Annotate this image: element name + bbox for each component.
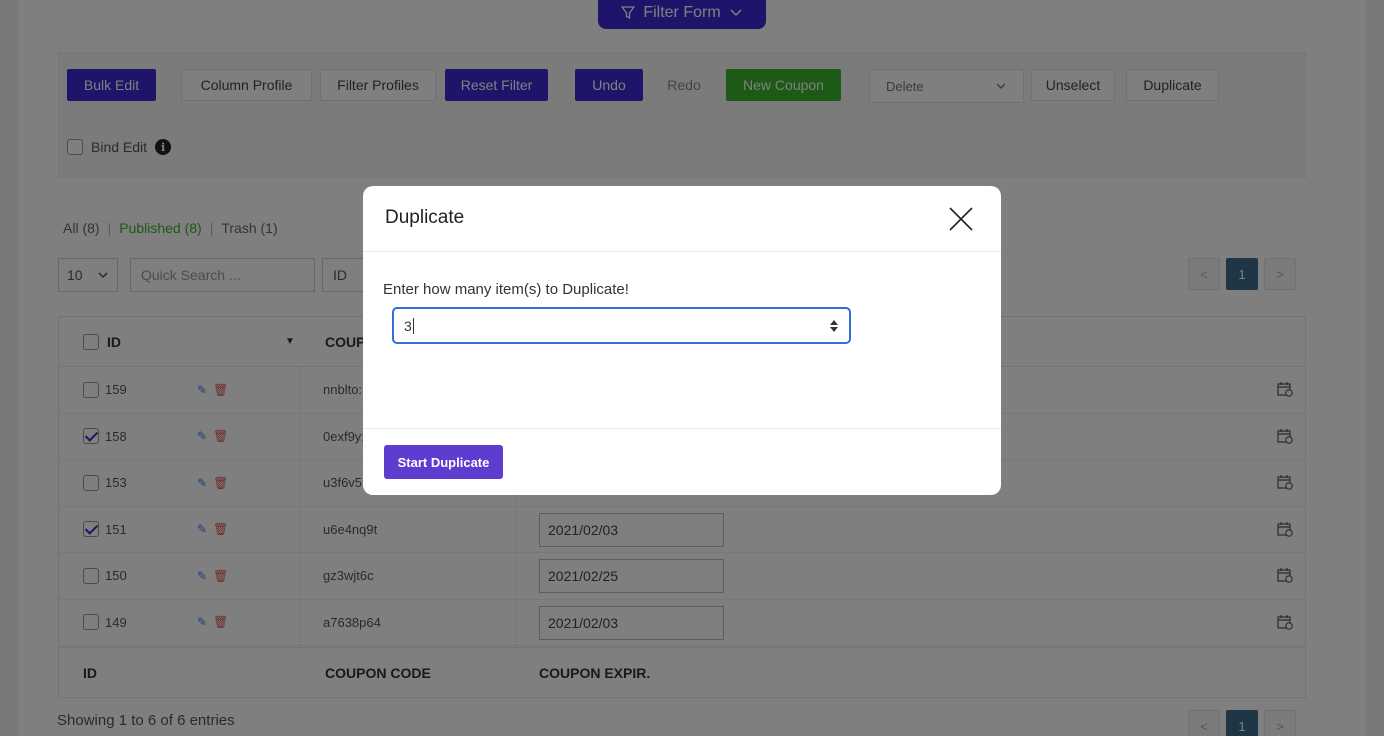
duplicate-count-input[interactable]: 3 — [392, 307, 851, 344]
text-caret — [412, 317, 414, 334]
number-spinner-icon[interactable] — [829, 319, 839, 333]
start-duplicate-button[interactable]: Start Duplicate — [384, 445, 503, 479]
duplicate-count-label: Enter how many item(s) to Duplicate! — [383, 281, 629, 298]
modal-title: Duplicate — [385, 207, 465, 228]
modal-header: Duplicate — [363, 186, 1001, 252]
close-icon[interactable] — [947, 205, 975, 233]
duplicate-count-value: 3 — [404, 317, 412, 334]
duplicate-modal: Duplicate Enter how many item(s) to Dupl… — [363, 186, 1001, 495]
modal-footer: Start Duplicate — [363, 428, 1001, 495]
